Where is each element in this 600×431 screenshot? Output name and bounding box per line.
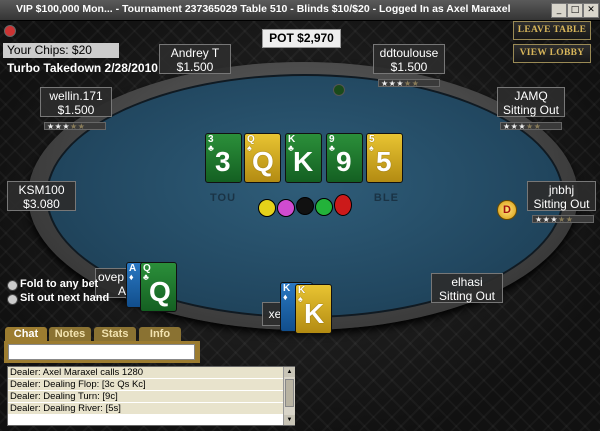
close-icon[interactable]: ✕ xyxy=(583,3,599,18)
fold-to-any-bet-checkbox[interactable] xyxy=(7,280,18,291)
board-card: 5 ♠ 5 xyxy=(366,133,403,183)
minimize-icon[interactable]: _ xyxy=(551,3,567,18)
sit-out-next-hand-label: Sit out next hand xyxy=(20,292,110,304)
seat-stack: $1.500 xyxy=(176,60,214,74)
seat-rating-stars: ★★★★★ xyxy=(44,122,106,131)
scroll-down-icon[interactable]: ▼ xyxy=(284,415,295,425)
pot-display: POT $2,970 xyxy=(262,29,341,48)
fold-to-any-bet-label: Fold to any bet xyxy=(20,278,99,290)
table-menu-icon[interactable] xyxy=(4,25,16,37)
chat-scrollbar[interactable]: ▲ ▼ xyxy=(283,367,295,425)
chat-line: Dealer: Dealing Turn: [9c] xyxy=(8,391,294,403)
seat-name: JAMQ xyxy=(514,89,548,103)
seat-status: Sitting Out xyxy=(438,289,496,303)
chat-input[interactable] xyxy=(8,344,195,360)
seat-rating-stars: ★★★★★ xyxy=(378,79,440,88)
pot-chip-icon xyxy=(296,197,314,215)
dealer-button: D xyxy=(497,200,517,220)
chat-line: Dealer: Dealing Flop: [3c Qs Kc] xyxy=(8,379,294,391)
tab-stats[interactable]: Stats xyxy=(94,327,136,341)
chat-log: Dealer: Axel Maraxel calls 1280 Dealer: … xyxy=(7,366,295,426)
seat-elhasi[interactable]: elhasi Sitting Out xyxy=(431,273,503,303)
maximize-icon[interactable]: □ xyxy=(567,3,583,18)
leave-table-button[interactable]: LEAVE TABLE xyxy=(513,21,591,40)
hero-hole-card: K ♠ K xyxy=(295,284,332,334)
pot-chip-icon xyxy=(334,194,352,216)
seat-ddtoulouse[interactable]: ddtoulouse $1.500 xyxy=(373,44,445,74)
board-card: 9 ♣ 9 xyxy=(326,133,363,183)
scroll-up-icon[interactable]: ▲ xyxy=(284,367,295,377)
seat-name: KSM100 xyxy=(18,183,65,197)
seat-rating-stars: ★★★★★ xyxy=(532,215,594,224)
board-card: 3 ♣ 3 xyxy=(205,133,242,183)
tab-chat[interactable]: Chat xyxy=(5,327,47,341)
chat-line: Dealer: Axel Maraxel calls 1280 xyxy=(8,367,294,379)
seat-stack: $1.500 xyxy=(57,103,95,117)
seat-ksm100[interactable]: KSM100 $3.080 xyxy=(7,181,76,211)
sit-out-next-hand-checkbox[interactable] xyxy=(7,294,18,305)
tab-info[interactable]: Info xyxy=(139,327,181,341)
board-card: K ♣ K xyxy=(285,133,322,183)
your-chips-label: Your Chips: $20 xyxy=(3,43,119,58)
title-bar: VIP $100,000 Mon... - Tournament 2373650… xyxy=(0,0,600,21)
scroll-thumb[interactable] xyxy=(285,379,294,407)
pot-chip-icon xyxy=(315,198,333,216)
seat-status: Sitting Out xyxy=(533,197,590,211)
chat-line: Dealer: Dealing River: [5s] xyxy=(8,403,294,415)
seat-name: ddtoulouse xyxy=(379,46,439,60)
seat-rating-stars: ★★★★★ xyxy=(500,122,562,131)
window-title: VIP $100,000 Mon... - Tournament 2373650… xyxy=(16,3,511,15)
player-hole-card: Q ♣ Q xyxy=(140,262,177,312)
seat-name: elhasi xyxy=(451,275,483,289)
seat-stack: $1.500 xyxy=(390,60,428,74)
seat-jamq[interactable]: JAMQ Sitting Out xyxy=(497,87,565,117)
view-lobby-button[interactable]: VIEW LOBBY xyxy=(513,44,591,63)
bet-chip-icon xyxy=(333,84,345,96)
seat-stack: $3.080 xyxy=(23,197,60,211)
seat-andrey-t[interactable]: Andrey T $1.500 xyxy=(159,44,231,74)
pot-chip-icon xyxy=(258,199,276,217)
seat-wellin171[interactable]: wellin.171 $1.500 xyxy=(40,87,112,117)
seat-jnbhj[interactable]: jnbhj Sitting Out xyxy=(527,181,596,211)
board-card: Q ♠ Q xyxy=(244,133,281,183)
tab-notes[interactable]: Notes xyxy=(49,327,91,341)
seat-status: Sitting Out xyxy=(502,103,560,117)
seat-name: wellin.171 xyxy=(49,89,103,103)
seat-name: Andrey T xyxy=(170,46,220,60)
seat-name: jnbhj xyxy=(548,183,575,197)
pot-chip-icon xyxy=(277,199,295,217)
tournament-name: Turbo Takedown 2/28/2010 xyxy=(7,61,158,75)
